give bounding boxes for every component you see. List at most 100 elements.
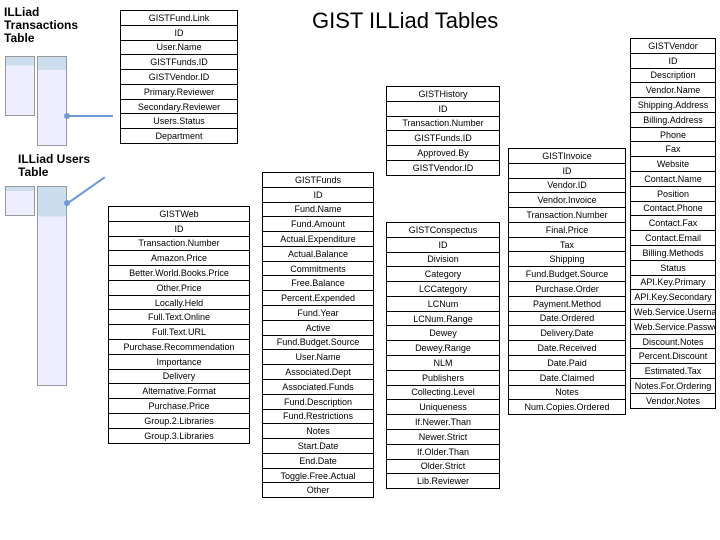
table-row: Approved.By (387, 146, 499, 161)
table-row: Delivery.Date (509, 326, 625, 341)
table-row: Fund.Restrictions (263, 410, 373, 425)
table-row: Purchase.Price (109, 399, 249, 414)
table-row: Users.Status (121, 114, 237, 129)
table-row: GISTVendor.ID (387, 161, 499, 175)
table-row: Web.Service.Password (631, 320, 715, 335)
table-row: LCNum.Range (387, 312, 499, 327)
table-row: GISTVendor (631, 39, 715, 54)
table-row: Contact.Name (631, 172, 715, 187)
table-row: Position (631, 187, 715, 202)
table-row: GISTFunds.ID (387, 131, 499, 146)
table-row: Transaction.Number (387, 117, 499, 132)
table-row: Fax (631, 142, 715, 157)
table-row: API.Key.Secondary (631, 290, 715, 305)
table-row: Full.Text.URL (109, 325, 249, 340)
table-row: Estimated.Tax (631, 364, 715, 379)
table-row: Better.World.Books.Price (109, 266, 249, 281)
table-row: Phone (631, 128, 715, 143)
table-row: If.Older.Than (387, 445, 499, 460)
table-row: Fund.Budget.Source (509, 267, 625, 282)
table-row: Payment.Method (509, 297, 625, 312)
table-row: Category (387, 267, 499, 282)
table-row: GISTConspectus (387, 223, 499, 238)
table-row: API.Key.Primary (631, 276, 715, 291)
table-gistinvoice: GISTInvoiceIDVendor.IDVendor.InvoiceTran… (508, 148, 626, 415)
table-row: GISTHistory (387, 87, 499, 102)
table-row: Division (387, 253, 499, 268)
table-row: Notes.For.Ordering (631, 379, 715, 394)
table-row: Notes (263, 424, 373, 439)
table-row: Collecting.Level (387, 386, 499, 401)
table-row: ID (387, 238, 499, 253)
table-row: If.Newer.Than (387, 415, 499, 430)
table-row: Actual.Expenditure (263, 232, 373, 247)
table-row: LCNum (387, 297, 499, 312)
table-row: Tax (509, 238, 625, 253)
table-row: Importance (109, 355, 249, 370)
table-row: Fund.Name (263, 203, 373, 218)
table-row: Newer.Strict (387, 430, 499, 445)
table-row: Vendor.Name (631, 83, 715, 98)
table-row: Commitments (263, 262, 373, 277)
table-row: Percent.Expended (263, 291, 373, 306)
table-row: Fund.Amount (263, 217, 373, 232)
table-row: Date.Ordered (509, 312, 625, 327)
table-row: Primary.Reviewer (121, 85, 237, 100)
table-row: Locally.Held (109, 296, 249, 311)
table-row: Alternative.Format (109, 384, 249, 399)
table-row: Purchase.Order (509, 282, 625, 297)
table-row: ID (631, 54, 715, 69)
table-row: Amazon.Price (109, 251, 249, 266)
table-row: GISTVendor.ID (121, 70, 237, 85)
heading-transactions: ILLiad Transactions Table (4, 6, 84, 46)
table-row: Shipping (509, 252, 625, 267)
table-row: Associated.Dept (263, 365, 373, 380)
table-row: Date.Claimed (509, 371, 625, 386)
table-row: Percent.Discount (631, 349, 715, 364)
table-row: Full.Text.Online (109, 310, 249, 325)
table-row: End.Date (263, 454, 373, 469)
table-row: Group.3.Libraries (109, 429, 249, 443)
table-row: Vendor.ID (509, 179, 625, 194)
preview-transactions-b (37, 56, 67, 146)
table-row: LCCategory (387, 282, 499, 297)
table-row: Fund.Description (263, 395, 373, 410)
table-row: GISTFund.Link (121, 11, 237, 26)
table-row: Description (631, 69, 715, 84)
table-row: Start.Date (263, 439, 373, 454)
table-row: Notes (509, 386, 625, 401)
table-row: Transaction.Number (509, 208, 625, 223)
table-gistconspectus: GISTConspectusIDDivisionCategoryLCCatego… (386, 222, 500, 489)
table-row: GISTFunds (263, 173, 373, 188)
table-row: Delivery (109, 370, 249, 385)
table-gistfunds: GISTFundsIDFund.NameFund.AmountActual.Ex… (262, 172, 374, 498)
table-row: User.Name (263, 350, 373, 365)
table-row: Purchase.Recommendation (109, 340, 249, 355)
preview-users-a (5, 186, 35, 216)
table-row: ID (509, 164, 625, 179)
table-row: Dewey.Range (387, 341, 499, 356)
table-row: GISTFunds.ID (121, 55, 237, 70)
table-row: Other (263, 483, 373, 497)
table-row: Vendor.Invoice (509, 193, 625, 208)
preview-transactions-a (5, 56, 35, 116)
table-row: Vendor.Notes (631, 394, 715, 408)
table-row: Website (631, 157, 715, 172)
table-row: Billing.Methods (631, 246, 715, 261)
table-row: NLM (387, 356, 499, 371)
table-row: Secondary.Reviewer (121, 100, 237, 115)
table-row: Associated.Funds (263, 380, 373, 395)
connector-line (67, 176, 105, 203)
table-row: Lib.Reviewer (387, 474, 499, 488)
table-row: Discount.Notes (631, 335, 715, 350)
table-row: Contact.Fax (631, 216, 715, 231)
table-row: Older.Strict (387, 460, 499, 475)
table-gisthistory: GISTHistoryIDTransaction.NumberGISTFunds… (386, 86, 500, 176)
table-row: Fund.Year (263, 306, 373, 321)
table-row: Actual.Balance (263, 247, 373, 262)
table-row: User.Name (121, 41, 237, 56)
table-row: Publishers (387, 371, 499, 386)
table-row: Date.Paid (509, 356, 625, 371)
table-row: GISTWeb (109, 207, 249, 222)
table-row: Dewey (387, 326, 499, 341)
